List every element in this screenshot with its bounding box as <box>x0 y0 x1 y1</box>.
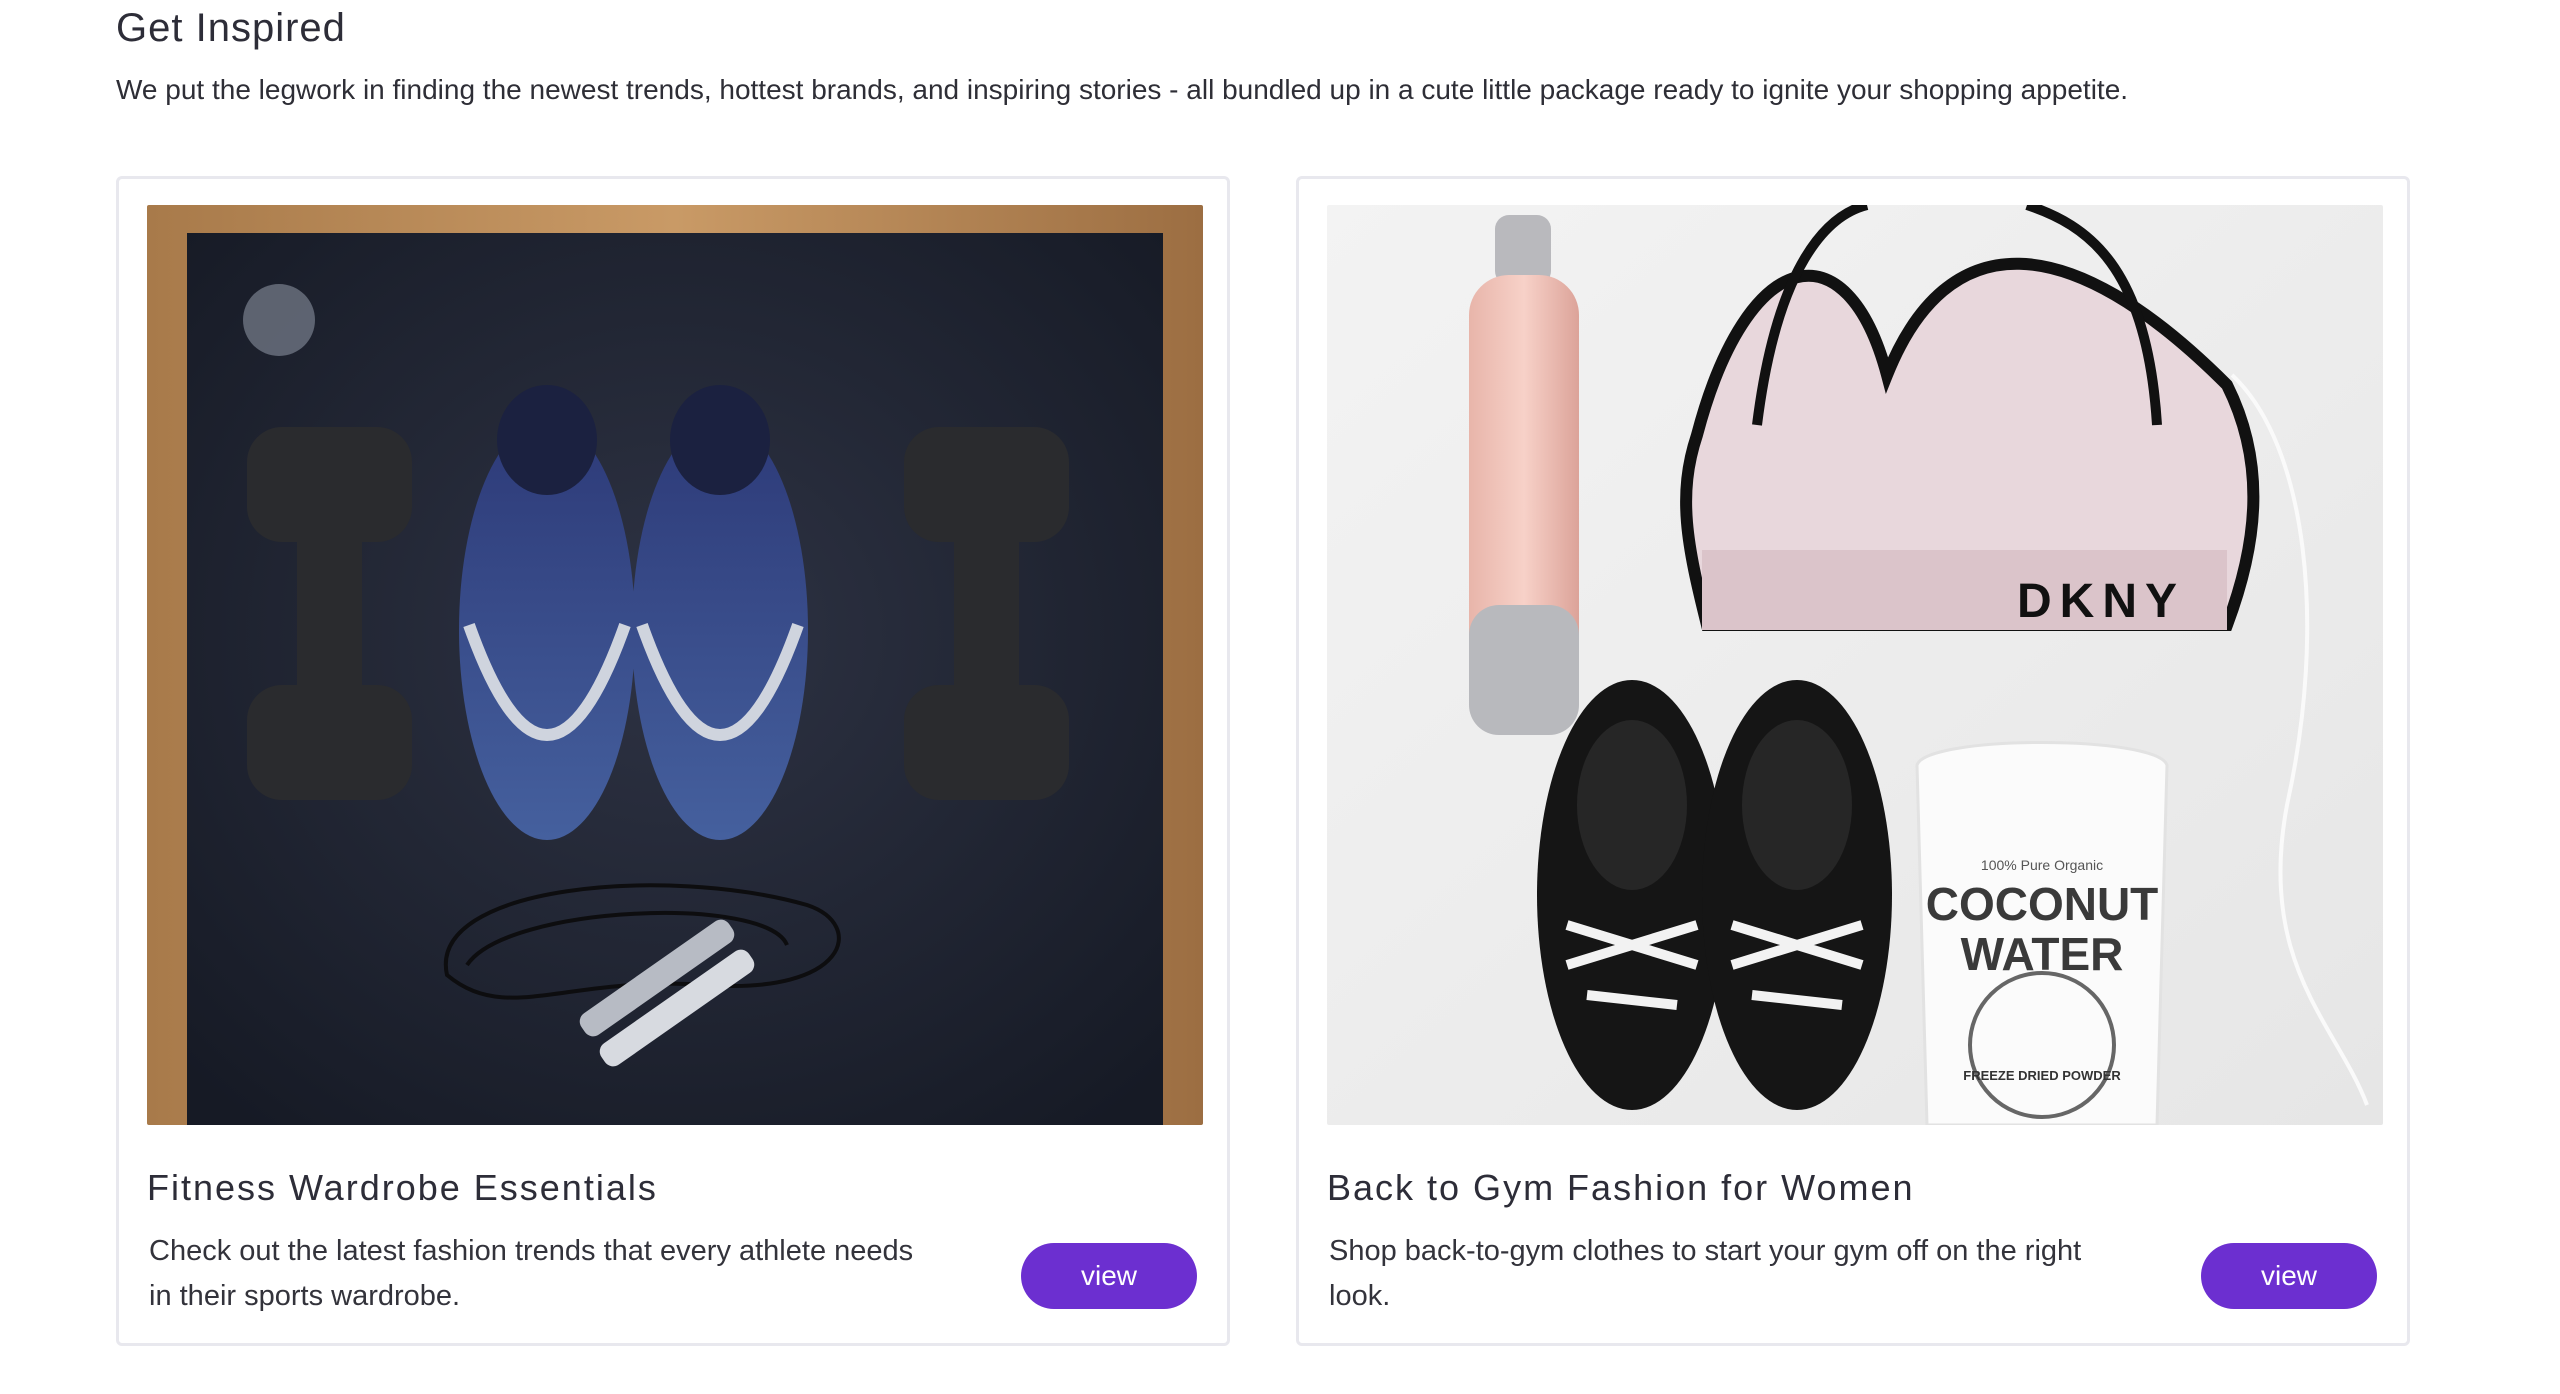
fitness-photo <box>147 205 1203 1125</box>
bra-brand-text: DKNY <box>2017 575 2185 628</box>
inspiration-card-women-gym[interactable]: DKNY 100% Pure Organic COCONUT WATER FRE… <box>1296 176 2410 1346</box>
section-title: Get Inspired <box>116 6 346 50</box>
card-image-fitness[interactable] <box>147 205 1203 1125</box>
inspiration-card-fitness[interactable]: Fitness Wardrobe Essentials Check out th… <box>116 176 1230 1346</box>
section-subtitle: We put the legwork in finding the newest… <box>116 74 2129 105</box>
card-title: Back to Gym Fashion for Women <box>1327 1167 1915 1208</box>
pouch-line1-text: COCONUT <box>1926 878 2159 930</box>
card-description: Check out the latest fashion trends that… <box>149 1235 914 1312</box>
card-title: Fitness Wardrobe Essentials <box>147 1167 658 1208</box>
card-image-women-gym[interactable]: DKNY 100% Pure Organic COCONUT WATER FRE… <box>1327 205 2383 1125</box>
pouch-bottom-text: FREEZE DRIED POWDER <box>1963 1068 2121 1083</box>
gym-fashion-photo: DKNY 100% Pure Organic COCONUT WATER FRE… <box>1327 205 2383 1125</box>
card-description: Shop back-to-gym clothes to start your g… <box>1329 1235 2082 1312</box>
pouch-top-text: 100% Pure Organic <box>1981 857 2103 873</box>
view-button[interactable]: view <box>2201 1243 2377 1309</box>
view-button[interactable]: view <box>1021 1243 1197 1309</box>
